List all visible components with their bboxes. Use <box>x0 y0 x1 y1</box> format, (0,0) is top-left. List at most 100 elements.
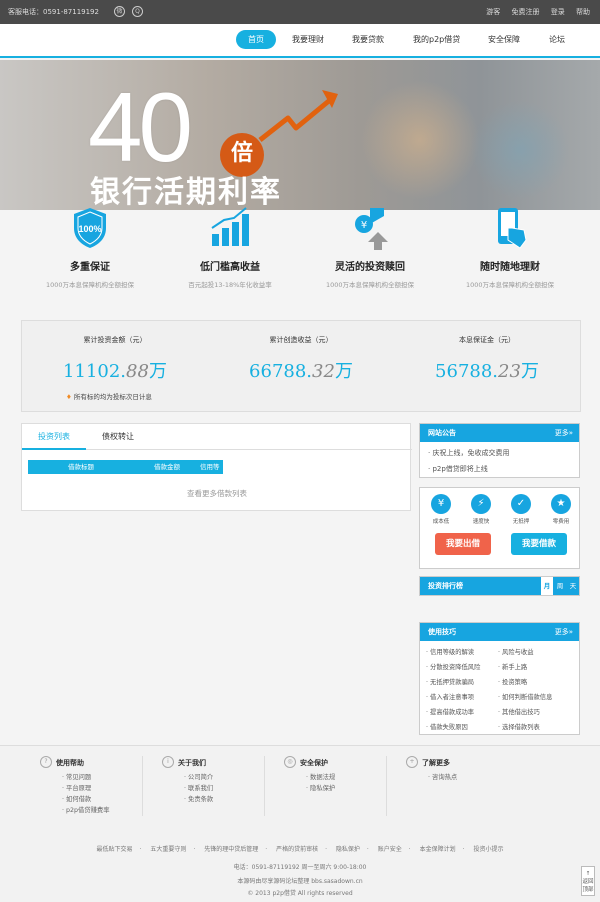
back-to-top-button[interactable]: ↑ 返回顶部 <box>581 866 595 896</box>
stat-label: 累计创造收益（元） <box>269 336 333 344</box>
borrow-button[interactable]: 我要借款 <box>511 533 567 555</box>
footer-link[interactable]: · 隐私保护 <box>284 783 402 792</box>
nav-forum[interactable]: 论坛 <box>549 34 565 45</box>
footer-bottom-link[interactable]: 先锋的理中贷后管理 <box>204 846 258 853</box>
stat-label: 本息保证金（元） <box>459 336 515 344</box>
footer-bottom-link[interactable]: 投资小提示 <box>473 846 503 853</box>
help-link[interactable]: 帮助 <box>576 8 590 16</box>
footer-link[interactable]: · 公司简介 <box>162 772 280 781</box>
rank-tab-week[interactable]: 周 <box>554 577 566 595</box>
tip-link[interactable]: · 投资策略 <box>498 677 527 686</box>
quick-actions-box: ¥ 成本低 ⚡ 速度快 ✓ 无抵押 ★ 零费用 我要出借 我要借款 <box>419 487 580 569</box>
stat-total-invest: 累计投资金额（元） 11102.88万 <box>22 335 208 383</box>
security-icon: ◎ <box>284 756 296 768</box>
footer-link[interactable]: · 免责条款 <box>162 794 280 803</box>
tips-box: 使用技巧 更多» · 信用等级的解读 · 分散投资降低风险 · 无抵押贷款骗局 ·… <box>419 622 580 735</box>
notice-more-link[interactable]: 更多» <box>555 424 573 442</box>
footer-col-help: ? 使用帮助 · 常见问题 · 平台原理 · 如何借款 · p2p借贷赚费率 <box>40 756 158 814</box>
feature-no-collateral: ✓ 无抵押 <box>503 494 539 525</box>
lend-button[interactable]: 我要出借 <box>435 533 491 555</box>
more-loans-link[interactable]: 查看更多借款列表 <box>22 488 412 499</box>
stat-guarantee-fund: 本息保证金（元） 56788.23万 <box>394 335 580 383</box>
feature-redeem: ¥ 灵活的投资赎回 1000万本息保障机构全额担保 <box>305 206 435 291</box>
notice-item[interactable]: · 庆祝上线，免收成交费用 <box>420 448 579 458</box>
col-credit[interactable]: 信用等 <box>200 460 220 474</box>
feature-title: 灵活的投资赎回 <box>335 262 405 273</box>
feature-desc: 1000万本息保障机构全额担保 <box>45 281 135 289</box>
feature-zero-fee: ★ 零费用 <box>543 494 579 525</box>
stat-value: 11102.88万 <box>63 361 167 382</box>
footer-link[interactable]: · 平台原理 <box>40 783 158 792</box>
footer-link[interactable]: · 常见问题 <box>40 772 158 781</box>
feature-title: 多重保证 <box>70 262 110 273</box>
stat-label: 累计投资金额（元） <box>83 336 147 344</box>
footer-bottom-link[interactable]: 最低贴下交易 <box>97 846 133 853</box>
rank-tab-month[interactable]: 月 <box>541 577 553 595</box>
svg-text:100%: 100% <box>78 224 101 234</box>
tip-link[interactable]: · 如何判断借款信息 <box>498 692 552 701</box>
tip-link[interactable]: · 借入者注意事项 <box>426 692 474 701</box>
col-amount[interactable]: 借款金额 <box>154 460 180 474</box>
weibo-icon[interactable]: 微 <box>114 6 125 17</box>
tip-link[interactable]: · 其他借出技巧 <box>498 707 540 716</box>
feature-desc: 1000万本息保障机构全额担保 <box>325 281 415 289</box>
nav-my-p2p[interactable]: 我的p2p借贷 <box>413 34 460 45</box>
register-link[interactable]: 免费注册 <box>512 8 540 16</box>
footer-bottom-link[interactable]: 本金保障计划 <box>420 846 456 853</box>
tab-invest-list[interactable]: 投资列表 <box>22 424 86 450</box>
rank-tab-day[interactable]: 天 <box>567 577 579 595</box>
tip-link[interactable]: · 信用等级的解读 <box>426 647 474 656</box>
tip-link[interactable]: · 新手上路 <box>498 662 527 671</box>
stat-value: 56788.23万 <box>435 361 539 382</box>
yen-icon: ¥ <box>431 494 451 514</box>
top-links: 游客 免费注册 登录 帮助 <box>477 7 590 17</box>
tip-link[interactable]: · 无抵押贷款骗局 <box>426 677 474 686</box>
nav-security[interactable]: 安全保障 <box>488 34 520 45</box>
feature-yield: 低门槛高收益 百元起投13-18%年化收益率 <box>165 206 295 291</box>
tip-link[interactable]: · 分散投资降低风险 <box>426 662 480 671</box>
tips-more-link[interactable]: 更多» <box>555 623 573 641</box>
footer-link[interactable]: · 如何借款 <box>40 794 158 803</box>
yen-exchange-icon: ¥ <box>355 208 388 250</box>
feature-low-cost: ¥ 成本低 <box>423 494 459 525</box>
footer-link[interactable]: · 数据法规 <box>284 772 402 781</box>
tab-debt-transfer[interactable]: 债权转让 <box>86 424 150 450</box>
feature-title: 低门槛高收益 <box>200 262 260 273</box>
footer-phone: 电话：0591-87119192 周一至周六 9:00-18:00 <box>233 864 367 871</box>
notice-item[interactable]: · p2p借贷即将上线 <box>420 464 579 474</box>
footer-bottom-link[interactable]: 隐私保护 <box>336 846 360 853</box>
footer-link[interactable]: · 联系我们 <box>162 783 280 792</box>
tip-link[interactable]: · 提高借款成功率 <box>426 707 474 716</box>
tips-header: 使用技巧 更多» <box>420 623 579 641</box>
shield-icon: 100% <box>74 208 106 248</box>
feature-mobile: 随时随地理财 1000万本息保障机构全额担保 <box>445 206 575 291</box>
nav-loan[interactable]: 我要贷款 <box>352 34 384 45</box>
hotline-text: 客服电话：0591-87119192 <box>8 8 99 16</box>
tip-link[interactable]: · 风险与收益 <box>498 647 534 656</box>
guest-link[interactable]: 游客 <box>486 8 500 16</box>
footer-link[interactable]: · p2p借贷赚费率 <box>40 805 158 814</box>
footer-link[interactable]: · 咨询热点 <box>406 772 524 781</box>
feature-desc: 百元起投13-18%年化收益率 <box>188 281 272 289</box>
banner-badge: 倍 <box>220 133 264 177</box>
nav-invest[interactable]: 我要理财 <box>292 34 324 45</box>
login-link[interactable]: 登录 <box>551 8 565 16</box>
plus-icon: + <box>406 756 418 768</box>
tip-link[interactable]: · 借款失败原因 <box>426 722 468 731</box>
col-title[interactable]: 借款标题 <box>68 460 94 474</box>
stat-value: 66788.32万 <box>249 361 353 382</box>
tip-link[interactable]: · 选择借款列表 <box>498 722 540 731</box>
shield-check-icon: ✓ <box>511 494 531 514</box>
nav-home[interactable]: 首页 <box>236 30 276 49</box>
top-bar: 客服电话：0591-87119192 微 Q 游客 免费注册 登录 帮助 <box>0 0 600 24</box>
footer-col-security: ◎ 安全保护 · 数据法规 · 隐私保护 <box>284 756 402 792</box>
footer-bottom-link[interactable]: 五大重要守则 <box>150 846 186 853</box>
footer-bottom-link[interactable]: 账户安全 <box>378 846 402 853</box>
footer-bottom-link[interactable]: 严格的贷前审核 <box>276 846 318 853</box>
qq-icon[interactable]: Q <box>132 6 143 17</box>
star-icon: ★ <box>551 494 571 514</box>
feature-desc: 1000万本息保障机构全额担保 <box>465 281 555 289</box>
footer-col-about: i 关于我们 · 公司简介 · 联系我们 · 免责条款 <box>162 756 280 803</box>
arrow-up-icon: ↑ <box>585 871 591 877</box>
notice-box: 网站公告 更多» · 庆祝上线，免收成交费用 · p2p借贷即将上线 <box>419 423 580 478</box>
